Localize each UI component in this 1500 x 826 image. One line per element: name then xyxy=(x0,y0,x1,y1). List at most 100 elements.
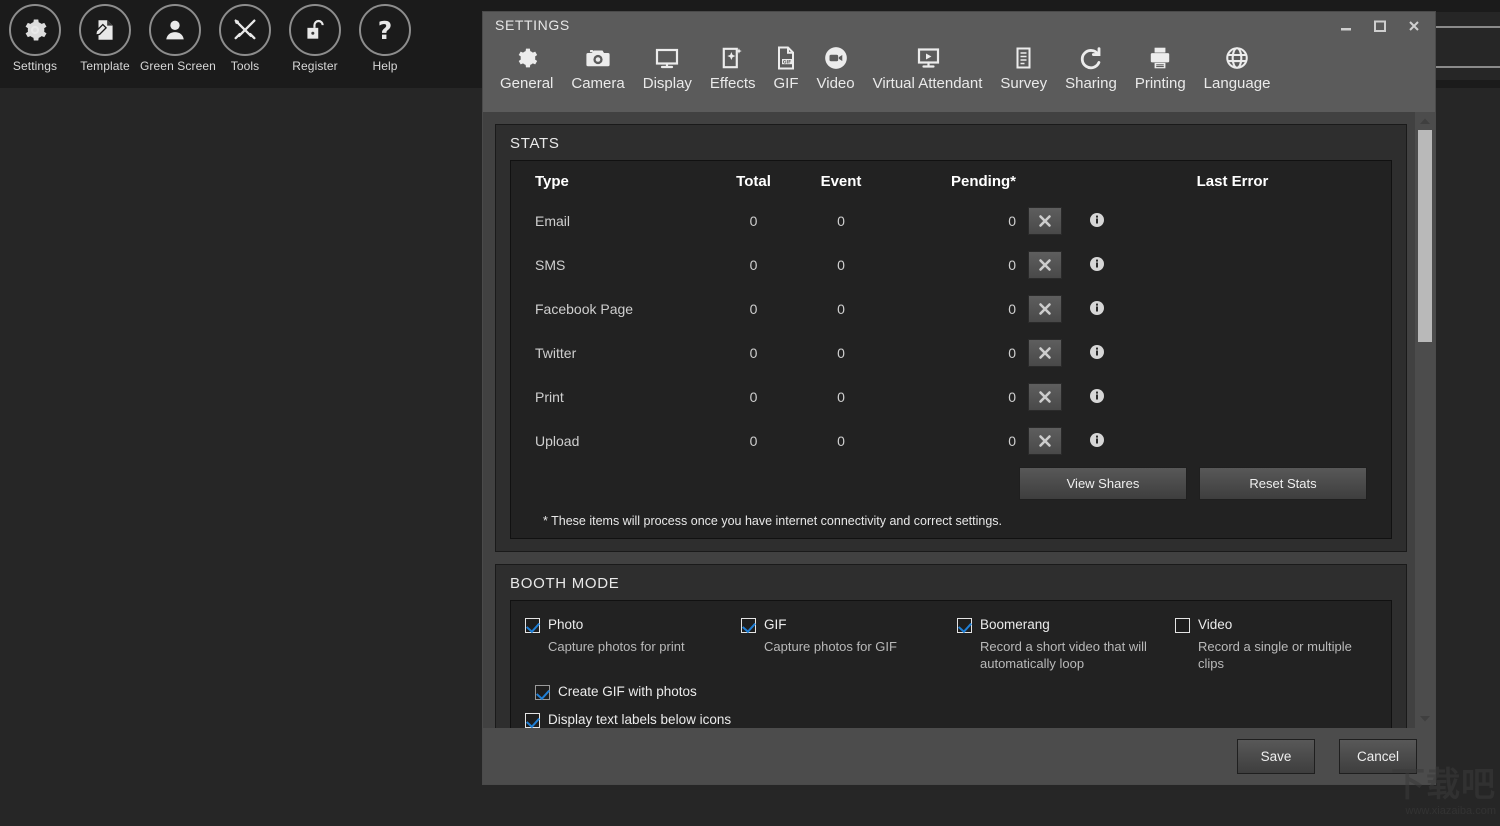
nav-label: Help xyxy=(350,59,420,73)
save-button[interactable]: Save xyxy=(1237,739,1315,774)
cell-last-error xyxy=(1120,331,1391,375)
display-labels-checkbox-row[interactable]: Display text labels below icons xyxy=(525,712,1391,728)
template-page-icon xyxy=(79,4,131,56)
cell-type: Print xyxy=(511,375,711,419)
table-row: SMS 0 0 0 xyxy=(511,243,1391,287)
tab-virtual-attendant[interactable]: Virtual Attendant xyxy=(864,40,992,92)
boomerang-checkbox[interactable] xyxy=(957,618,972,633)
scrollbar-thumb[interactable] xyxy=(1418,130,1432,342)
tab-survey[interactable]: Survey xyxy=(991,40,1056,92)
nav-item-settings[interactable]: Settings xyxy=(0,0,70,73)
booth-mode-container: Photo Capture photos for print GIF Captu… xyxy=(510,600,1392,728)
stats-panel: STATS Type Total Event Pending* La xyxy=(495,124,1407,552)
monitor-icon xyxy=(653,42,681,74)
cell-total: 0 xyxy=(711,287,796,331)
window-controls xyxy=(1329,12,1431,40)
x-close-icon[interactable] xyxy=(1028,427,1062,455)
boomerang-checkbox-row[interactable]: Boomerang xyxy=(957,617,1161,633)
photo-checkbox-row[interactable]: Photo xyxy=(525,617,727,633)
cell-info xyxy=(1074,243,1120,287)
cell-event: 0 xyxy=(796,287,886,331)
nav-item-template[interactable]: Template xyxy=(70,0,140,73)
gif-checkbox[interactable] xyxy=(741,618,756,633)
content-scrollbar[interactable] xyxy=(1415,112,1435,728)
info-circle-icon[interactable] xyxy=(1089,256,1105,272)
close-icon[interactable] xyxy=(1397,13,1431,39)
cell-pending: 0 xyxy=(886,331,1016,375)
tab-label: Sharing xyxy=(1065,75,1117,92)
dialog-title: SETTINGS xyxy=(495,17,570,33)
view-shares-button[interactable]: View Shares xyxy=(1019,467,1187,500)
nav-item-help[interactable]: ? Help xyxy=(350,0,420,73)
table-row: Twitter 0 0 0 xyxy=(511,331,1391,375)
tab-effects[interactable]: Effects xyxy=(701,40,765,92)
cell-last-error xyxy=(1120,243,1391,287)
booth-option-gif: GIF Capture photos for GIF xyxy=(727,617,943,672)
cancel-button[interactable]: Cancel xyxy=(1339,739,1417,774)
gif-checkbox-row[interactable]: GIF xyxy=(741,617,943,633)
maximize-icon[interactable] xyxy=(1363,13,1397,39)
reset-stats-button[interactable]: Reset Stats xyxy=(1199,467,1367,500)
globe-icon xyxy=(1224,42,1250,74)
video-description: Record a single or multiple clips xyxy=(1198,638,1379,672)
cell-type: Twitter xyxy=(511,331,711,375)
chevron-down-icon[interactable] xyxy=(1415,710,1435,728)
x-close-icon[interactable] xyxy=(1028,383,1062,411)
nav-item-green-screen[interactable]: Green Screen xyxy=(140,0,210,73)
cell-clear xyxy=(1016,375,1074,419)
boomerang-label: Boomerang xyxy=(980,617,1050,632)
create-gif-checkbox[interactable] xyxy=(535,685,550,700)
tab-printing[interactable]: Printing xyxy=(1126,40,1195,92)
sparkle-image-icon xyxy=(720,42,746,74)
video-camera-icon xyxy=(823,42,849,74)
cell-type: Email xyxy=(511,199,711,243)
tab-label: Display xyxy=(643,75,692,92)
column-header-event: Event xyxy=(796,169,886,199)
info-circle-icon[interactable] xyxy=(1089,388,1105,404)
x-close-icon[interactable] xyxy=(1028,251,1062,279)
stats-actions: View Shares Reset Stats xyxy=(511,463,1391,500)
info-circle-icon[interactable] xyxy=(1089,300,1105,316)
info-circle-icon[interactable] xyxy=(1089,432,1105,448)
create-gif-checkbox-row[interactable]: Create GIF with photos xyxy=(535,684,1391,700)
minimize-icon[interactable] xyxy=(1329,13,1363,39)
x-close-icon[interactable] xyxy=(1028,295,1062,323)
tab-label: Effects xyxy=(710,75,756,92)
nav-item-register[interactable]: Register xyxy=(280,0,350,73)
tab-label: Language xyxy=(1204,75,1271,92)
cell-info xyxy=(1074,419,1120,463)
tab-sharing[interactable]: Sharing xyxy=(1056,40,1126,92)
tab-camera[interactable]: Camera xyxy=(562,40,633,92)
cell-type: Upload xyxy=(511,419,711,463)
nav-label: Settings xyxy=(0,59,70,73)
cell-type: Facebook Page xyxy=(511,287,711,331)
cell-pending: 0 xyxy=(886,287,1016,331)
info-circle-icon[interactable] xyxy=(1089,212,1105,228)
main-nav: Settings Template xyxy=(0,0,420,73)
tab-video[interactable]: Video xyxy=(808,40,864,92)
cell-info xyxy=(1074,331,1120,375)
tab-display[interactable]: Display xyxy=(634,40,701,92)
video-checkbox-row[interactable]: Video xyxy=(1175,617,1379,633)
stats-table: Type Total Event Pending* Last Error xyxy=(511,169,1391,463)
stats-panel-title: STATS xyxy=(496,125,1406,160)
settings-content: STATS Type Total Event Pending* La xyxy=(483,112,1435,728)
cell-clear xyxy=(1016,419,1074,463)
tab-general[interactable]: General xyxy=(491,40,562,92)
tab-label: General xyxy=(500,75,553,92)
tab-gif[interactable]: GIF GIF xyxy=(765,40,808,92)
share-refresh-icon xyxy=(1078,42,1104,74)
chevron-up-icon[interactable] xyxy=(1415,112,1435,130)
x-close-icon[interactable] xyxy=(1028,207,1062,235)
display-labels-checkbox[interactable] xyxy=(525,713,540,728)
video-checkbox[interactable] xyxy=(1175,618,1190,633)
tab-language[interactable]: Language xyxy=(1195,40,1280,92)
printer-icon xyxy=(1147,42,1173,74)
nav-item-tools[interactable]: Tools xyxy=(210,0,280,73)
info-circle-icon[interactable] xyxy=(1089,344,1105,360)
cell-clear xyxy=(1016,287,1074,331)
x-close-icon[interactable] xyxy=(1028,339,1062,367)
cell-event: 0 xyxy=(796,419,886,463)
photo-checkbox[interactable] xyxy=(525,618,540,633)
dialog-titlebar[interactable]: SETTINGS xyxy=(483,12,1435,40)
